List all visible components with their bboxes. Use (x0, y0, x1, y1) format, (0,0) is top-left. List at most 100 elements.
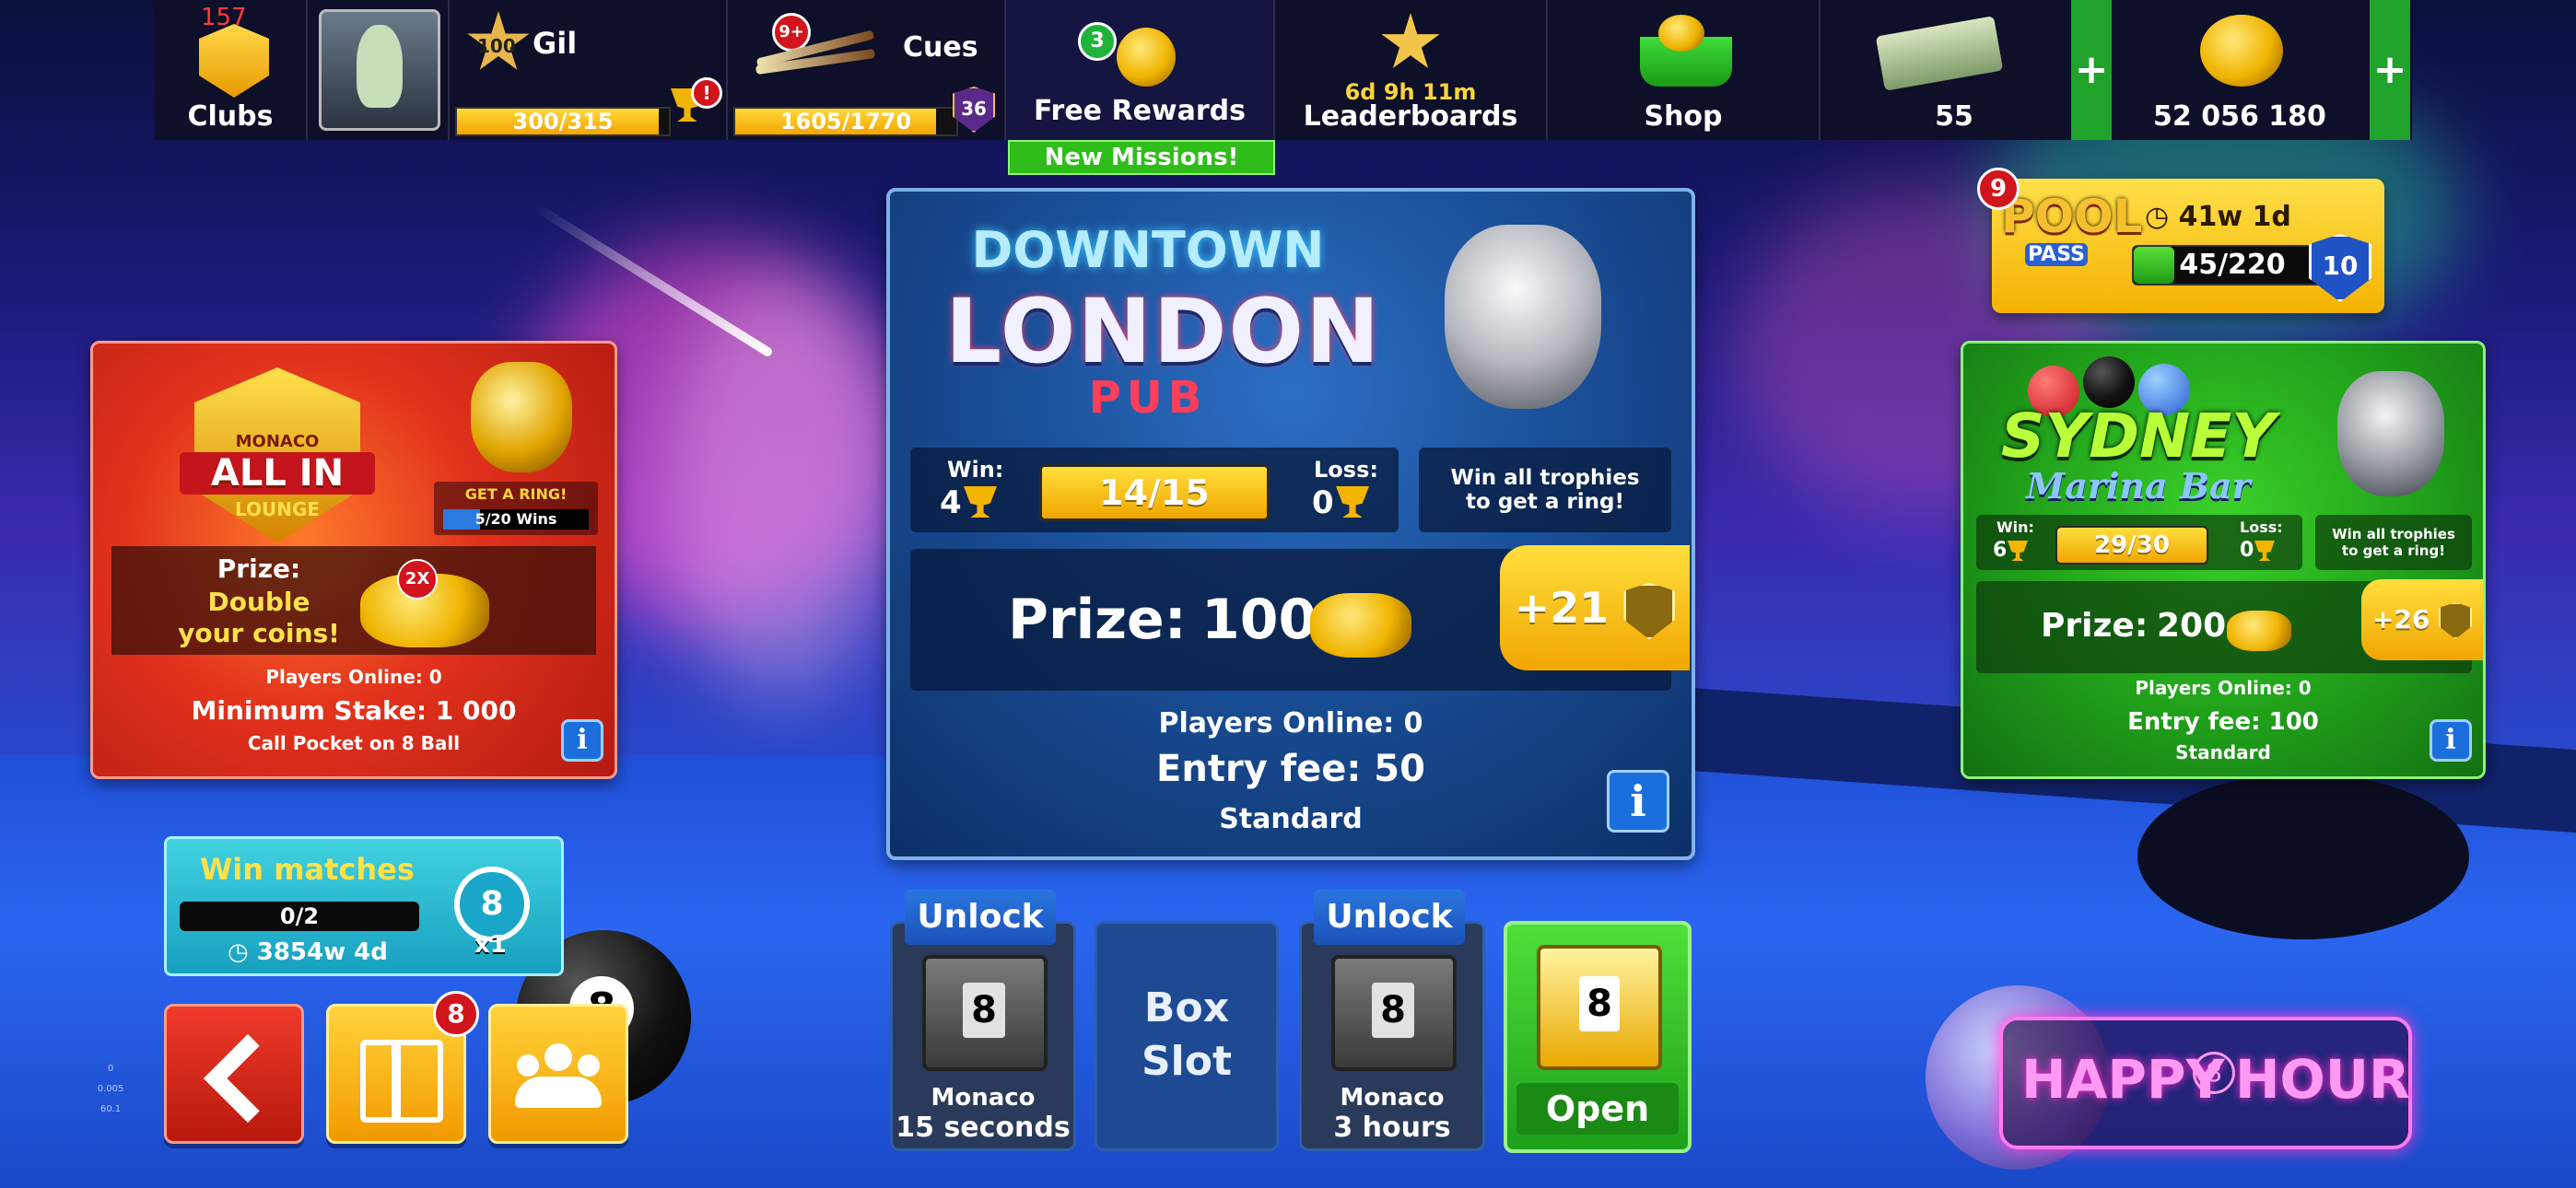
friends-icon-head-3 (578, 1054, 600, 1077)
london-prize-value: 100 (1201, 588, 1317, 652)
london-ring-hint-2: to get a ring! (1466, 490, 1624, 514)
clubs-button[interactable]: 157 Clubs (155, 0, 308, 140)
cues-progress-text: 1605/1770 (779, 109, 912, 134)
clubs-label: Clubs (187, 100, 274, 133)
box-3-time: 3 hours (1333, 1112, 1451, 1144)
shop-button[interactable]: Shop (1548, 0, 1821, 140)
london-logo-sub: PUB (1088, 372, 1208, 424)
monaco-stake: Minimum Stake: 1 000 (191, 695, 517, 726)
box-chest-open-number: 8 (1579, 976, 1620, 1031)
sydney-trophy-progress-text: 29/30 (2094, 531, 2170, 559)
sydney-prize-value: 200 (2157, 607, 2227, 645)
happy-hour-right: HOUR (2235, 1048, 2410, 1111)
friends-icon-body (515, 1077, 602, 1108)
monaco-prize-panel: Prize: Double your coins! 2X (111, 546, 596, 655)
add-cash-button[interactable]: + (2071, 0, 2112, 140)
monaco-prize-label: Prize: (217, 553, 301, 584)
pool-pass-level: 10 (2322, 250, 2359, 281)
box-slot-3[interactable]: 8 Monaco 3 hours (1299, 921, 1485, 1151)
pool-table-pocket (2137, 774, 2469, 939)
free-rewards-badge: 3 (1078, 22, 1117, 61)
sydney-win-value: 6 (1993, 539, 2008, 562)
pool-pass-timer-text: 41w 1d (2178, 201, 2291, 233)
box-slot-empty[interactable]: Box Slot (1095, 921, 1279, 1151)
box-3-unlock-tag[interactable]: Unlock (1314, 890, 1465, 945)
pool-pass-progress-bar: 45/220 (2132, 245, 2333, 285)
monaco-logo-small: MONACO (235, 432, 320, 451)
cash-value: 55 (1935, 100, 1973, 133)
happy-hour-sign[interactable]: HAPPY 8 HOUR (1999, 1017, 2412, 1149)
mission-clock-icon: ◷ (228, 938, 249, 966)
monaco-ring-progress: 5/20 Wins (474, 510, 557, 528)
monaco-info-button[interactable]: i (561, 719, 603, 762)
london-win-value: 4 (940, 484, 962, 521)
mission-panel[interactable]: Win matches 0/2 ◷ 3854w 4d 8 x1 (164, 836, 564, 976)
coin-stack-icon (1117, 28, 1176, 87)
cues-button[interactable]: 9+ Cues 1605/1770 36 (728, 0, 1006, 140)
new-missions-banner[interactable]: New Missions! (1008, 140, 1275, 175)
london-trophy-progress-text: 14/15 (1099, 472, 1210, 513)
london-pub-card[interactable]: DOWNTOWN LONDON PUB Win: 4 14/15 Loss: 0… (886, 188, 1695, 860)
friends-button[interactable] (488, 1004, 628, 1144)
box-1-time: 15 seconds (896, 1112, 1071, 1144)
player-name: Gil (533, 26, 578, 61)
sydney-ring-icon (2337, 371, 2444, 496)
box-chest-1-number: 8 (963, 983, 1005, 1038)
monaco-logo-main: ALL IN (180, 452, 375, 495)
london-win-trophy-icon (964, 486, 997, 518)
box-chest-open: 8 (1537, 945, 1662, 1070)
london-info-button[interactable]: i (1607, 770, 1669, 833)
sydney-marina-card[interactable]: SYDNEY Marina Bar Win: 6 29/30 Loss: 0 W… (1961, 341, 2486, 779)
coins-pile-icon (2200, 15, 2283, 87)
mission-multiplier: x1 (474, 931, 507, 959)
monaco-multiplier-badge: 2X (397, 559, 438, 600)
sydney-ring-hint-1: Win all trophies (2332, 526, 2455, 542)
sydney-bonus-shield-icon (2439, 602, 2473, 639)
box-chest-3: 8 (1331, 955, 1457, 1071)
coins-panel[interactable]: 52 056 180 (2115, 0, 2364, 140)
star-icon (1381, 13, 1440, 69)
cash-stack-icon (1875, 16, 2004, 91)
free-rewards-button[interactable]: 3 Free Rewards (1006, 0, 1275, 140)
box-open-action: Open (1516, 1083, 1679, 1135)
sydney-loss-label: Loss: (2240, 518, 2283, 536)
london-ring-icon (1445, 225, 1601, 409)
happy-hour-mid: 8 (2193, 1052, 2235, 1094)
sydney-players-online: Players Online: 0 (2135, 677, 2312, 699)
london-logo-top: DOWNTOWN (971, 221, 1325, 279)
profile-panel[interactable]: 100 Gil ! 300/315 (450, 0, 728, 140)
box-1-unlock-tag[interactable]: Unlock (905, 890, 1056, 945)
mission-progress-text: 0/2 (279, 903, 320, 929)
add-coins-button[interactable]: + (2370, 0, 2410, 140)
back-button[interactable] (164, 1004, 304, 1144)
monaco-rule: Call Pocket on 8 Ball (247, 732, 461, 754)
cues-level: 36 (961, 98, 987, 120)
leaderboards-button[interactable]: 6d 9h 11m Leaderboards (1275, 0, 1548, 140)
box-slot-1[interactable]: 8 Monaco 15 seconds (890, 921, 1076, 1151)
london-entry-fee: Entry fee: 50 (1156, 748, 1425, 790)
pool-pass-panel[interactable]: POOL PASS ◷ 41w 1d 45/220 10 (1992, 179, 2384, 313)
friends-icon-head-2 (517, 1054, 539, 1077)
gift-badge: 8 (433, 991, 479, 1037)
box-1-name: Monaco (931, 1084, 1036, 1112)
shop-coins-icon (1658, 15, 1704, 52)
london-loss-trophy-icon (1336, 486, 1369, 518)
avatar-frame[interactable] (308, 0, 450, 140)
cash-panel[interactable]: 55 (1821, 0, 2090, 140)
sydney-loss-trophy-icon (2254, 541, 2275, 561)
pool-pass-timer: ◷ 41w 1d (2145, 201, 2291, 233)
london-stats-panel: Win: 4 14/15 Loss: 0 (910, 448, 1399, 532)
sydney-trophy-progress: 29/30 (2055, 526, 2208, 565)
xp-progress-text: 300/315 (512, 109, 614, 134)
box-slot-open[interactable]: 8 Open (1504, 921, 1692, 1153)
sydney-info-button[interactable]: i (2430, 719, 2472, 762)
monaco-lounge-card[interactable]: MONACO ALL IN LOUNGE GET A RING! 5/20 Wi… (90, 341, 617, 779)
mission-title: Win matches (200, 852, 415, 887)
friends-icon (515, 1043, 602, 1108)
debug-v2: 0.005 (97, 1084, 124, 1094)
pool-pass-badge: 9 (1977, 168, 2020, 210)
london-players-online: Players Online: 0 (1158, 707, 1423, 740)
clock-icon: ◷ (2145, 201, 2170, 233)
monaco-prize-line1: Double (207, 587, 310, 617)
london-bonus-shield-icon (1623, 582, 1676, 640)
